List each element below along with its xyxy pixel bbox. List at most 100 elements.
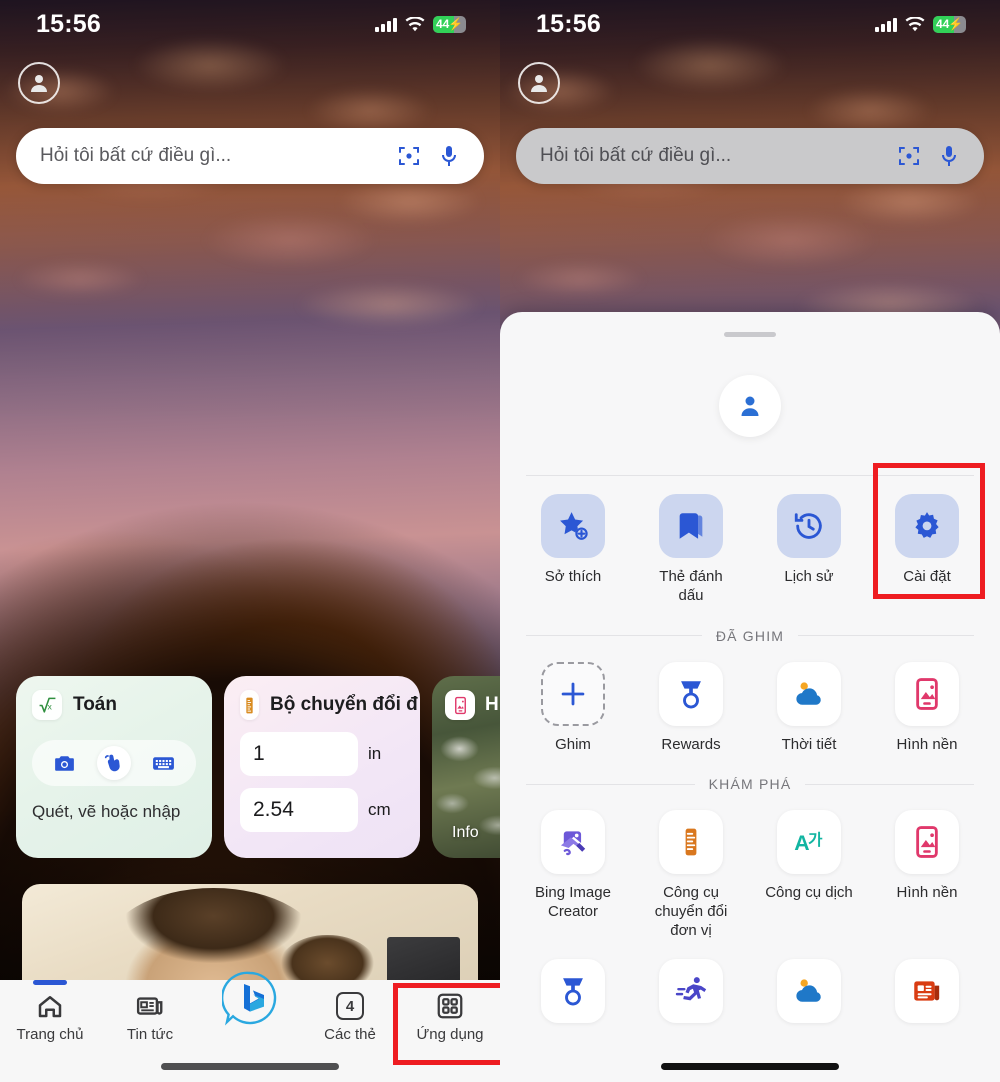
star-plus-icon: [541, 494, 605, 558]
quick-action-favorites[interactable]: Sở thích: [514, 476, 632, 606]
nav-item-apps[interactable]: Ứng dụng: [400, 988, 500, 1043]
section-header-pinned: ĐÃ GHIM: [526, 627, 975, 644]
explore-item-bing-image-creator[interactable]: Bing Image Creator: [514, 792, 632, 940]
nav-item-home[interactable]: Trang chủ: [0, 980, 100, 1043]
avatar[interactable]: [18, 62, 60, 104]
news-red-icon: [895, 958, 959, 1023]
widget-math[interactable]: x Toán Quét, vẽ hoặc nhập: [16, 676, 212, 858]
converter-to-unit[interactable]: cm: [368, 800, 391, 820]
microphone-icon[interactable]: [432, 139, 466, 173]
widget-math-header: x Toán: [32, 690, 196, 720]
battery-indicator: 44 ⚡: [933, 15, 966, 33]
converter-from-unit[interactable]: in: [368, 744, 381, 764]
status-bar: 15:56 44 ⚡: [0, 0, 500, 48]
converter-to-value[interactable]: 2.54: [240, 788, 358, 832]
explore-grid: Bing Image Creator Công cụ chuyển đổi đơ…: [500, 792, 1000, 940]
nav-label-news: Tin tức: [126, 1026, 174, 1043]
quick-action-settings[interactable]: Cài đặt: [868, 476, 986, 606]
pinned-grid: Ghim Rewards Thời tiết Hình nền: [500, 644, 1000, 755]
quick-action-label: Cài đặt: [903, 568, 951, 585]
bolt-icon: ⚡: [448, 17, 464, 31]
nav-label-home: Trang chủ: [16, 1026, 84, 1043]
cellular-bars-icon: [875, 17, 897, 32]
section-title-pinned: ĐÃ GHIM: [715, 627, 785, 644]
explore-item-unit-converter[interactable]: Công cụ chuyển đổi đơn vị: [632, 792, 750, 940]
explore-partial-item-weather[interactable]: [750, 941, 868, 1023]
bing-logo-icon: [222, 971, 278, 1026]
tabs-count: 4: [336, 992, 364, 1020]
dual-screenshot-comparison: 15:56 44 ⚡ Hỏi tôi bất cứ điều gì... x T…: [0, 0, 1000, 1082]
search-input[interactable]: Hỏi tôi bất cứ điều gì...: [16, 128, 484, 184]
quick-action-bookmarks[interactable]: Thẻ đánh dấu: [632, 476, 750, 606]
home-indicator: [161, 1063, 339, 1070]
plus-icon: [541, 661, 605, 726]
explore-item-label: Hình nền: [896, 884, 958, 902]
apps-grid-icon: [435, 988, 465, 1024]
pinned-item-label: Rewards: [661, 735, 721, 753]
battery-level: 44: [436, 17, 450, 31]
medal-icon: [541, 958, 605, 1023]
microphone-icon[interactable]: [932, 139, 966, 173]
sheet-avatar[interactable]: [719, 375, 781, 437]
nav-item-tabs[interactable]: 4 Các thẻ: [300, 988, 400, 1043]
widget-wallpaper-peek[interactable]: H Info: [432, 676, 500, 858]
pinned-item-label: Hình nền: [896, 735, 958, 753]
search-placeholder: Hỏi tôi bất cứ điều gì...: [40, 145, 232, 166]
phone-screen-app-drawer: 15:56 44 ⚡ Hỏi tôi bất cứ điều gì... Sở …: [500, 0, 1000, 1082]
status-indicators: 44 ⚡: [875, 15, 966, 33]
quick-action-history[interactable]: Lịch sử: [750, 476, 868, 606]
widget-row: x Toán Quét, vẽ hoặc nhập Bộ chuyển đổi …: [16, 676, 500, 858]
explore-item-wallpaper[interactable]: Hình nền: [868, 792, 986, 940]
explore-item-label: Công cụ chuyển đổi đơn vị: [654, 884, 728, 939]
visual-search-icon[interactable]: [892, 139, 926, 173]
widget-wallpaper-title: H: [485, 694, 499, 715]
explore-partial-item-fitness[interactable]: [632, 941, 750, 1023]
ruler-icon: [659, 810, 723, 875]
nav-label-tabs: Các thẻ: [324, 1026, 376, 1043]
widget-math-subtitle: Quét, vẽ hoặc nhập: [32, 802, 181, 821]
translate-icon: A가: [777, 810, 841, 875]
widget-wallpaper-info[interactable]: Info: [452, 824, 479, 842]
avatar[interactable]: [518, 62, 560, 104]
keyboard-icon[interactable]: [146, 746, 180, 780]
widget-math-actions: [32, 740, 196, 786]
explore-item-translator[interactable]: A가 Công cụ dịch: [750, 792, 868, 940]
status-bar: 15:56 44 ⚡: [500, 0, 1000, 48]
cellular-bars-icon: [375, 17, 397, 32]
explore-partial-item-news[interactable]: [868, 941, 986, 1023]
converter-from-value[interactable]: 1: [240, 732, 358, 776]
converter-row-from: 1 in: [240, 732, 404, 776]
svg-text:가: 가: [808, 831, 823, 849]
explore-partial-row: [500, 941, 1000, 1023]
home-icon: [35, 988, 65, 1024]
status-clock: 15:56: [36, 9, 101, 38]
app-drawer-sheet: Sở thích Thẻ đánh dấu Lịch sử Cài đặt ĐÃ…: [500, 312, 1000, 1082]
battery-indicator: 44 ⚡: [433, 15, 466, 33]
widget-converter-title: Bộ chuyển đổi đ: [270, 694, 418, 715]
section-title-explore: KHÁM PHÁ: [708, 776, 792, 793]
camera-icon[interactable]: [48, 746, 82, 780]
news-icon: [135, 988, 165, 1024]
weather-icon: [777, 661, 841, 726]
search-placeholder: Hỏi tôi bất cứ điều gì...: [540, 145, 732, 166]
visual-search-icon[interactable]: [392, 139, 426, 173]
status-indicators: 44 ⚡: [375, 15, 466, 33]
nav-item-news[interactable]: Tin tức: [100, 988, 200, 1043]
search-input[interactable]: Hỏi tôi bất cứ điều gì...: [516, 128, 984, 184]
pinned-item-wallpaper[interactable]: Hình nền: [868, 644, 986, 755]
pinned-item-weather[interactable]: Thời tiết: [750, 644, 868, 755]
nav-item-bing[interactable]: [200, 971, 300, 1026]
tabs-icon: 4: [336, 988, 364, 1024]
sheet-grabber[interactable]: [724, 332, 776, 337]
pinned-item-add[interactable]: Ghim: [514, 644, 632, 755]
widget-unit-converter[interactable]: Bộ chuyển đổi đ 1 in 2.54 cm: [224, 676, 420, 858]
nav-label-apps: Ứng dụng: [416, 1026, 484, 1043]
draw-hand-icon[interactable]: [96, 746, 131, 780]
bolt-icon: ⚡: [948, 17, 964, 31]
explore-partial-item-rewards[interactable]: [514, 941, 632, 1023]
active-indicator: [33, 980, 67, 985]
pinned-item-rewards[interactable]: Rewards: [632, 644, 750, 755]
wallpaper-icon: [895, 810, 959, 875]
home-indicator: [661, 1063, 839, 1070]
ruler-icon: [240, 690, 259, 720]
